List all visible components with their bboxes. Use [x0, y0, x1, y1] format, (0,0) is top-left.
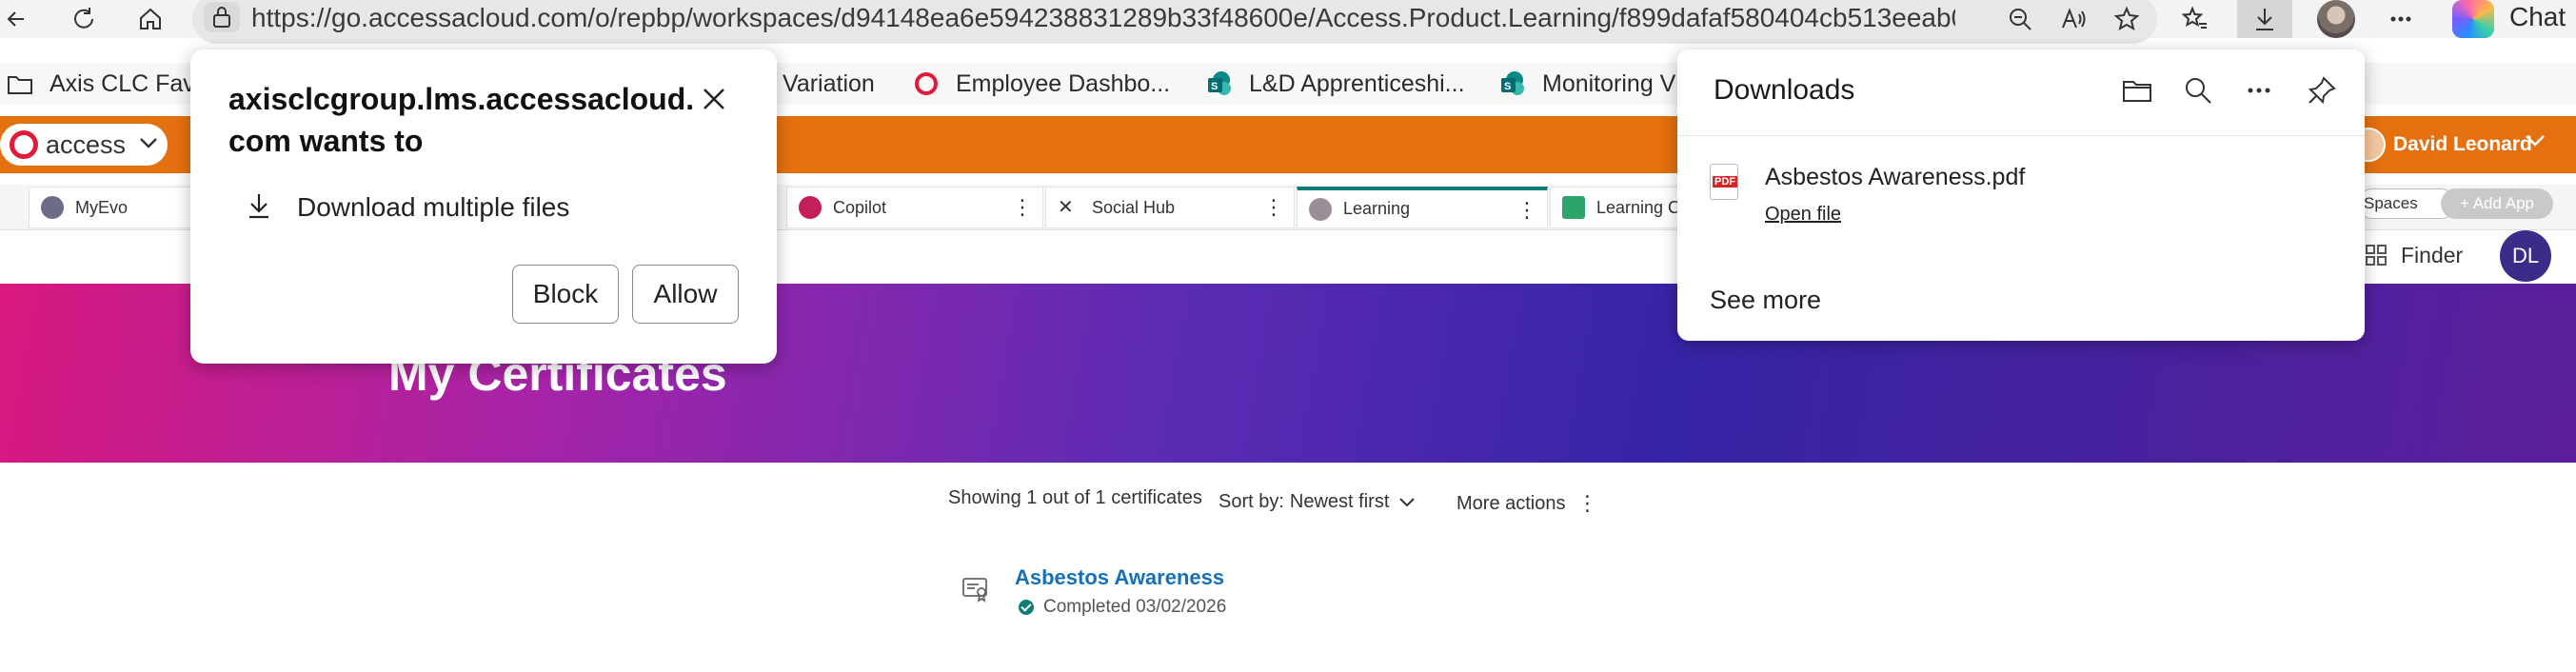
favorite-label: Variation — [783, 69, 875, 97]
download-icon[interactable] — [2246, 0, 2284, 38]
more-actions-label: More actions — [1456, 492, 1566, 514]
tab-myevo[interactable]: MyEvo — [29, 187, 209, 228]
sharepoint-icon: S — [1498, 69, 1527, 98]
ring-icon — [912, 69, 941, 98]
favorite-label: Employee Dashbo... — [956, 69, 1171, 97]
copilot-icon[interactable] — [2452, 0, 2494, 38]
user-name[interactable]: David Leonard — [2393, 128, 2532, 162]
see-more-link[interactable]: See more — [1710, 286, 1821, 315]
folder-icon — [6, 69, 34, 98]
app-switcher[interactable]: access — [0, 124, 168, 166]
favorite-folder-axis[interactable]: Axis CLC Favou — [6, 63, 222, 105]
tab-label: Learning — [1343, 199, 1411, 218]
allow-button[interactable]: Allow — [632, 265, 739, 324]
grid-icon — [2366, 245, 2387, 266]
favorite-label: Monitoring V — [1542, 69, 1676, 97]
browser-profile-avatar[interactable] — [2317, 0, 2355, 38]
tab-learning[interactable]: Learning ⋮ — [1297, 187, 1548, 228]
tab-menu-icon[interactable]: ⋮ — [1516, 198, 1537, 223]
zoom-out-icon[interactable] — [2001, 0, 2039, 38]
user-initials-avatar[interactable]: DL — [2500, 230, 2551, 282]
downloaded-file-name[interactable]: Asbestos Awareness.pdf — [1765, 164, 2025, 191]
home-icon[interactable] — [131, 0, 169, 38]
add-app-button[interactable]: + Add App — [2441, 188, 2553, 219]
search-icon[interactable] — [2182, 74, 2214, 107]
favorite-star-icon[interactable] — [2108, 0, 2146, 38]
results-count: Showing 1 out of 1 certificates — [948, 487, 1202, 508]
certificate-status: Completed 03/02/2026 — [1019, 597, 1226, 618]
browser-toolbar: https://go.accessacloud.com/o/repbp/work… — [0, 0, 2576, 44]
finder-button[interactable]: Finder — [2365, 238, 2463, 272]
favorites-list-icon[interactable] — [2176, 0, 2214, 38]
brand-label: access — [46, 129, 127, 159]
favorite-variation[interactable]: Variation — [783, 63, 875, 105]
downloads-panel: Downloads PDF Asbestos Awareness.pdf Ope… — [1677, 49, 2365, 341]
tab-social-hub[interactable]: ✕ Social Hub ⋮ — [1045, 187, 1295, 228]
favorite-monitoring[interactable]: S Monitoring V — [1498, 63, 1675, 105]
tab-label: MyEvo — [75, 197, 129, 217]
chat-button-label[interactable]: Chat — [2509, 0, 2566, 34]
favorite-ld-apprenticeship[interactable]: S L&D Apprenticeshi... — [1205, 63, 1465, 105]
block-button[interactable]: Block — [512, 265, 619, 324]
certificate-icon — [962, 578, 987, 603]
status-text: Completed 03/02/2026 — [1043, 597, 1227, 617]
tab-menu-icon[interactable]: ⋮ — [1012, 195, 1033, 220]
tab-menu-icon[interactable]: ⋮ — [1263, 195, 1284, 220]
more-options-icon[interactable] — [2382, 0, 2420, 38]
back-icon[interactable] — [0, 0, 38, 38]
url-text[interactable]: https://go.accessacloud.com/o/repbp/work… — [251, 2, 1955, 34]
more-actions-button[interactable]: More actions ⋮ — [1456, 491, 1598, 516]
tab-label: Copilot — [833, 197, 887, 217]
favorite-employee-dashboard[interactable]: Employee Dashbo... — [912, 63, 1170, 105]
tab-label: Social Hub — [1092, 197, 1176, 217]
access-logo-icon — [10, 130, 38, 159]
open-folder-icon[interactable] — [2121, 74, 2153, 107]
sort-value: Newest first — [1289, 491, 1390, 512]
chevron-down-icon — [1399, 497, 1416, 506]
pin-icon[interactable] — [2306, 74, 2338, 107]
permission-request-text: Download multiple files — [297, 192, 570, 222]
downloads-title: Downloads — [1714, 74, 1855, 106]
close-icon[interactable] — [699, 84, 729, 114]
popup-title: axisclcgroup.lms.accessacloud.com wants … — [228, 82, 695, 158]
learning-icon — [1309, 197, 1332, 221]
learning-content-icon — [1562, 196, 1585, 219]
more-options-icon[interactable] — [2243, 74, 2275, 107]
download-permission-popup: axisclcgroup.lms.accessacloud.com wants … — [190, 49, 777, 364]
favorite-label: L&D Apprenticeshi... — [1249, 69, 1465, 97]
tab-label: Learning Co — [1596, 197, 1691, 217]
svg-text:S: S — [1504, 81, 1511, 92]
open-file-link[interactable]: Open file — [1765, 204, 1841, 226]
download-icon — [249, 194, 268, 219]
chevron-down-icon[interactable] — [2525, 133, 2546, 153]
copilot-icon — [799, 196, 822, 219]
pdf-badge: PDF — [1713, 176, 1737, 188]
sort-dropdown[interactable]: Sort by: Newest first — [1219, 491, 1416, 513]
refresh-icon[interactable] — [65, 0, 103, 38]
myevo-icon — [41, 196, 64, 219]
tab-learning-content[interactable]: Learning Co — [1550, 187, 1693, 228]
sharepoint-icon: S — [1205, 69, 1234, 98]
socialhub-icon: ✕ — [1058, 197, 1074, 218]
svg-text:S: S — [1211, 81, 1218, 92]
lock-icon[interactable] — [204, 2, 240, 32]
sort-prefix: Sort by: — [1219, 491, 1284, 512]
certificate-title-link[interactable]: Asbestos Awareness — [1015, 565, 1224, 590]
finder-label: Finder — [2401, 242, 2464, 267]
kebab-icon: ⋮ — [1576, 491, 1598, 515]
pdf-file-icon: PDF — [1710, 164, 1738, 200]
chevron-down-icon — [139, 136, 158, 154]
read-aloud-icon[interactable] — [2054, 0, 2092, 38]
tab-copilot[interactable]: Copilot ⋮ — [786, 187, 1043, 228]
divider — [1677, 135, 2365, 136]
check-circle-icon — [1019, 600, 1034, 615]
